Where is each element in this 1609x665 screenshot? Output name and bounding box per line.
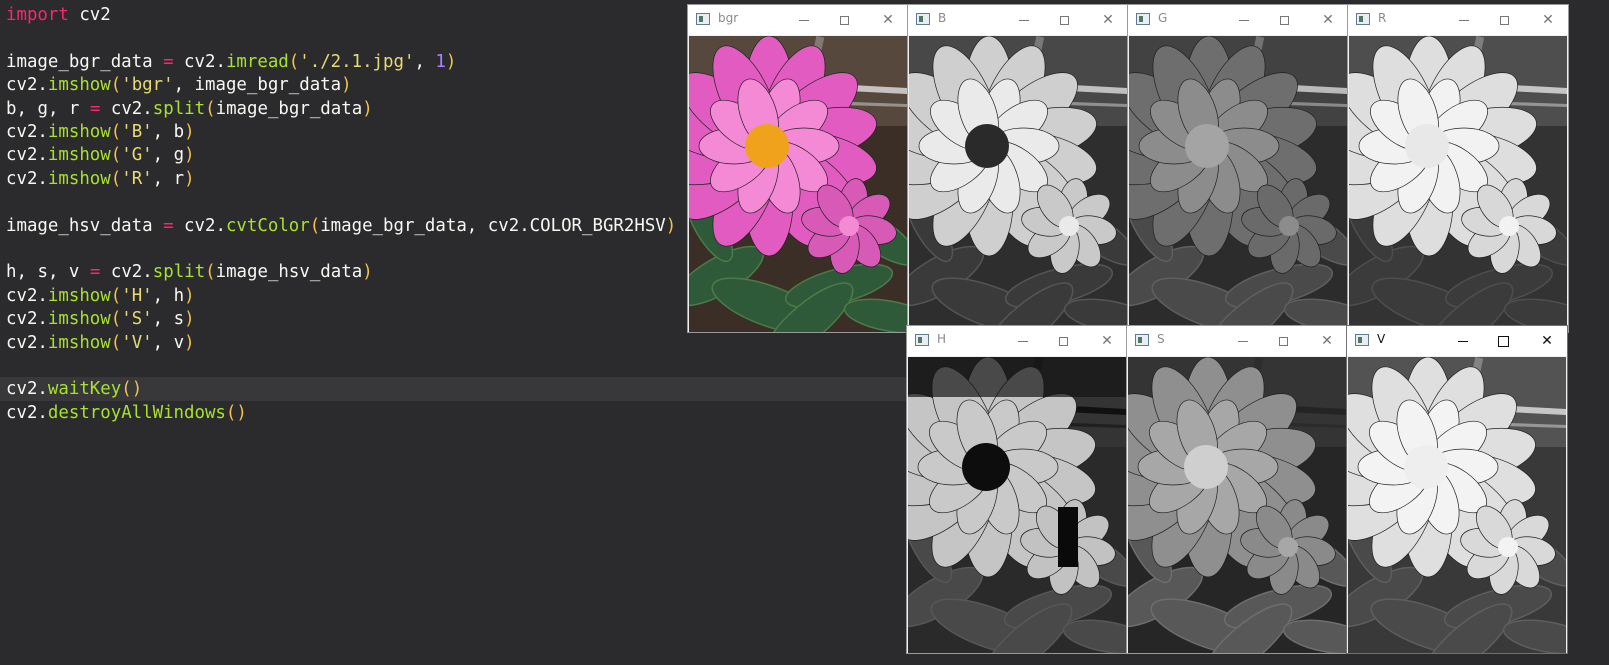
opencv-window-icon bbox=[1356, 13, 1370, 25]
close-icon: ✕ bbox=[1542, 12, 1554, 28]
window-titlebar[interactable]: B ✕ bbox=[908, 5, 1128, 35]
maximize-button[interactable] bbox=[1043, 326, 1083, 356]
code-line[interactable]: cv2.waitKey() bbox=[6, 377, 142, 401]
close-icon: ✕ bbox=[1321, 333, 1333, 349]
opencv-window-icon bbox=[916, 13, 930, 25]
opencv-window-icon bbox=[915, 334, 929, 346]
image-display-g bbox=[1129, 36, 1347, 332]
window-title: B bbox=[938, 11, 947, 25]
code-line[interactable]: cv2.imshow('S', s) bbox=[6, 307, 195, 331]
close-button[interactable]: ✕ bbox=[1088, 5, 1128, 35]
maximize-button[interactable] bbox=[1263, 326, 1303, 356]
opencv-window-icon bbox=[1355, 334, 1369, 346]
window-titlebar[interactable]: V ✕ bbox=[1347, 326, 1567, 356]
window-titlebar[interactable]: S ✕ bbox=[1127, 326, 1347, 356]
image-window-g[interactable]: G ✕ bbox=[1127, 4, 1349, 333]
opencv-window-icon bbox=[1136, 13, 1150, 25]
minimize-button[interactable] bbox=[1224, 5, 1264, 35]
maximize-icon bbox=[1058, 336, 1068, 346]
code-line[interactable]: cv2.destroyAllWindows() bbox=[6, 401, 247, 425]
minimize-icon bbox=[1018, 340, 1028, 342]
minimize-icon bbox=[1019, 19, 1029, 21]
image-display-v bbox=[1348, 357, 1566, 653]
window-title: S bbox=[1157, 332, 1165, 346]
opencv-window-icon bbox=[1135, 334, 1149, 346]
image-window-bgr[interactable]: bgr ✕ bbox=[687, 4, 909, 333]
image-window-s[interactable]: S ✕ bbox=[1126, 325, 1348, 654]
code-line[interactable]: cv2.imshow('V', v) bbox=[6, 331, 195, 355]
code-line[interactable]: h, s, v = cv2.split(image_hsv_data) bbox=[6, 260, 373, 284]
maximize-icon bbox=[839, 15, 849, 25]
code-line[interactable]: image_bgr_data = cv2.imread('./2.1.jpg',… bbox=[6, 50, 456, 74]
image-display-h bbox=[908, 357, 1126, 653]
maximize-button[interactable] bbox=[1044, 5, 1084, 35]
image-display-s bbox=[1128, 357, 1346, 653]
opencv-window-icon bbox=[696, 13, 710, 25]
minimize-button[interactable] bbox=[1223, 326, 1263, 356]
minimize-button[interactable] bbox=[1443, 326, 1483, 356]
image-window-r[interactable]: R ✕ bbox=[1347, 4, 1569, 333]
close-button[interactable]: ✕ bbox=[1527, 326, 1567, 356]
maximize-icon bbox=[1279, 15, 1289, 25]
window-titlebar[interactable]: bgr ✕ bbox=[688, 5, 908, 35]
minimize-icon bbox=[1458, 340, 1468, 342]
maximize-button[interactable] bbox=[1483, 326, 1523, 356]
image-display-bgr bbox=[689, 36, 907, 332]
window-titlebar[interactable]: R ✕ bbox=[1348, 5, 1568, 35]
code-line[interactable]: cv2.imshow('R', r) bbox=[6, 167, 195, 191]
close-button[interactable]: ✕ bbox=[1528, 5, 1568, 35]
close-icon: ✕ bbox=[1101, 333, 1113, 349]
maximize-button[interactable] bbox=[1484, 5, 1524, 35]
close-icon: ✕ bbox=[1322, 12, 1334, 28]
close-button[interactable]: ✕ bbox=[1307, 326, 1347, 356]
image-window-h[interactable]: H ✕ bbox=[906, 325, 1128, 654]
code-line[interactable]: import cv2 bbox=[6, 3, 111, 27]
minimize-button[interactable] bbox=[1003, 326, 1043, 356]
image-display-r bbox=[1349, 36, 1567, 332]
code-line[interactable]: cv2.imshow('G', g) bbox=[6, 143, 195, 167]
code-line[interactable]: b, g, r = cv2.split(image_bgr_data) bbox=[6, 97, 373, 121]
close-icon: ✕ bbox=[1102, 12, 1114, 28]
minimize-button[interactable] bbox=[1004, 5, 1044, 35]
minimize-icon bbox=[1459, 19, 1469, 21]
code-line[interactable]: cv2.imshow('B', b) bbox=[6, 120, 195, 144]
code-line[interactable]: image_hsv_data = cv2.cvtColor(image_bgr_… bbox=[6, 214, 676, 238]
window-title: R bbox=[1378, 11, 1387, 25]
minimize-button[interactable] bbox=[784, 5, 824, 35]
window-title: V bbox=[1377, 332, 1386, 346]
minimize-button[interactable] bbox=[1444, 5, 1484, 35]
window-titlebar[interactable]: H ✕ bbox=[907, 326, 1127, 356]
minimize-icon bbox=[1238, 340, 1248, 342]
image-window-v[interactable]: V ✕ bbox=[1346, 325, 1568, 654]
minimize-icon bbox=[799, 19, 809, 21]
maximize-button[interactable] bbox=[824, 5, 864, 35]
image-display-b bbox=[909, 36, 1127, 332]
window-title: G bbox=[1158, 11, 1168, 25]
close-icon: ✕ bbox=[882, 12, 894, 28]
maximize-icon bbox=[1278, 336, 1288, 346]
window-title: bgr bbox=[718, 11, 739, 25]
close-button[interactable]: ✕ bbox=[1087, 326, 1127, 356]
window-title: H bbox=[937, 332, 947, 346]
maximize-button[interactable] bbox=[1264, 5, 1304, 35]
code-line[interactable]: cv2.imshow('H', h) bbox=[6, 284, 195, 308]
close-icon: ✕ bbox=[1541, 333, 1553, 349]
maximize-icon bbox=[1497, 335, 1509, 347]
close-button[interactable]: ✕ bbox=[868, 5, 908, 35]
maximize-icon bbox=[1059, 15, 1069, 25]
code-line[interactable]: cv2.imshow('bgr', image_bgr_data) bbox=[6, 73, 352, 97]
window-titlebar[interactable]: G ✕ bbox=[1128, 5, 1348, 35]
close-button[interactable]: ✕ bbox=[1308, 5, 1348, 35]
minimize-icon bbox=[1239, 19, 1249, 21]
maximize-icon bbox=[1499, 15, 1509, 25]
image-window-b[interactable]: B ✕ bbox=[907, 4, 1129, 333]
